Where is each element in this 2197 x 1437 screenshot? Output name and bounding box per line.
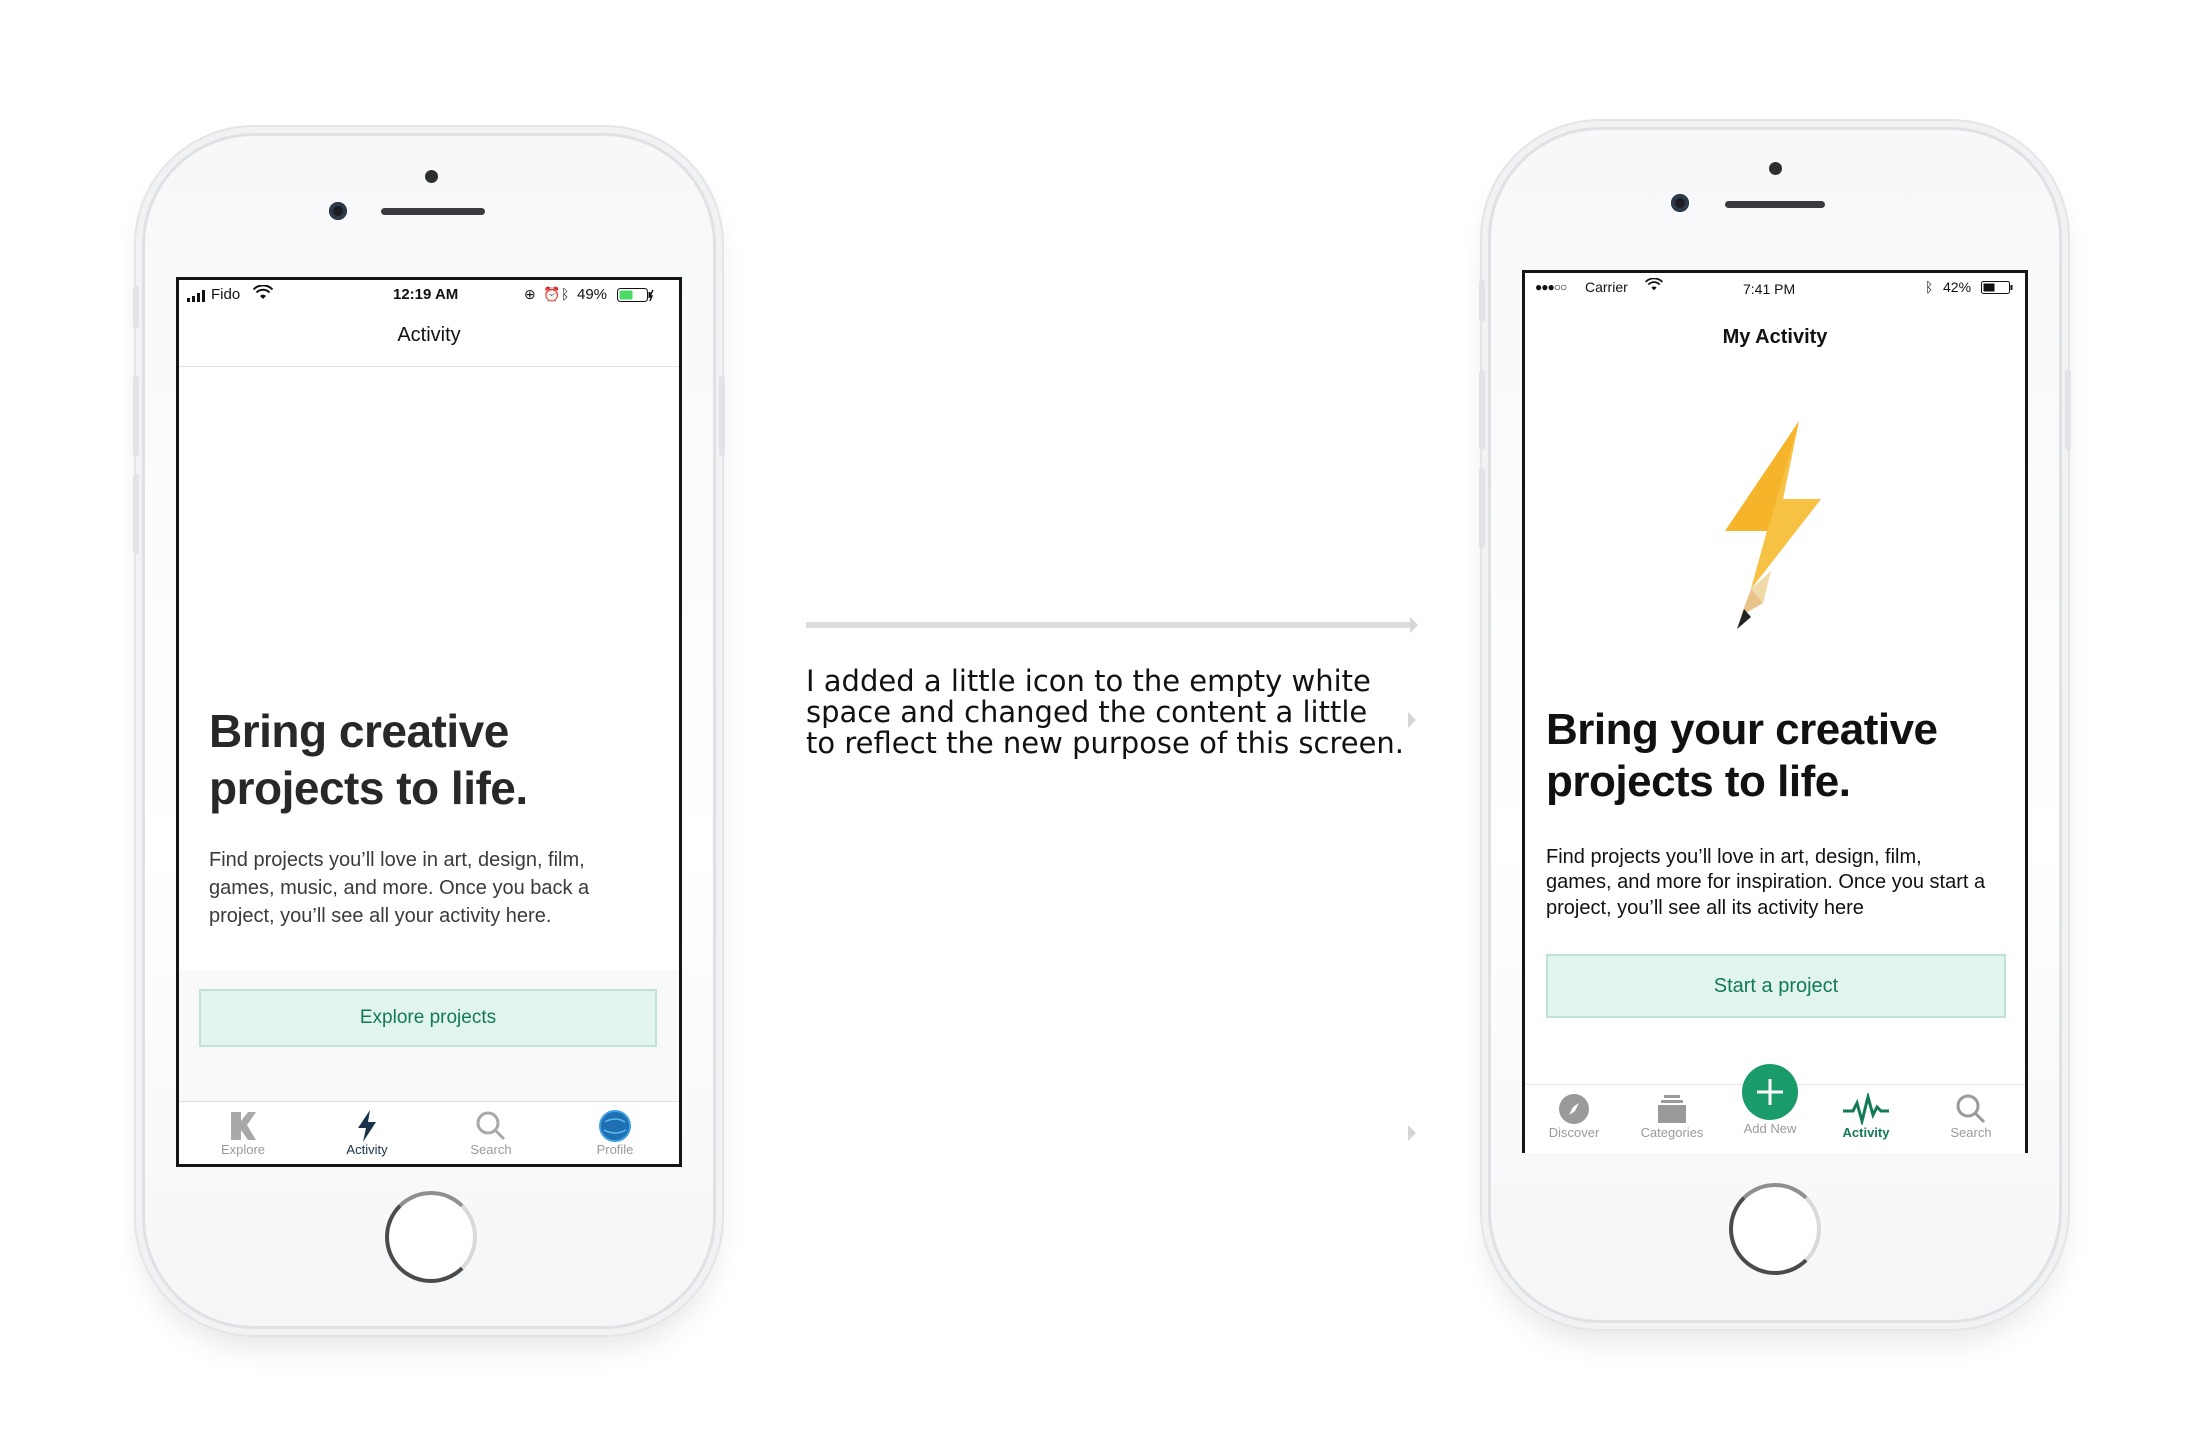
battery-percent: 49% — [577, 286, 608, 303]
start-project-button[interactable]: Start a project — [1546, 954, 2006, 1018]
tab-label: Categories — [1640, 1125, 1704, 1140]
right-phone-screen: ●●●○○ Carrier 7:41 PM ᛒ 42% My Activity … — [1522, 270, 2028, 1153]
signal-dots-icon: ●●●○○ — [1535, 280, 1567, 294]
headline-line-1: Bring your creative — [1546, 705, 1938, 754]
left-phone-screen: Fido 12:19 AM ⊕ ⏰ ᛒ 49% Activity Bring c… — [176, 277, 682, 1167]
alarm-icon: ⏰ — [543, 286, 561, 302]
proximity-sensor — [1769, 162, 1782, 175]
tab-label: Search — [1950, 1125, 1992, 1140]
stack-icon — [1658, 1095, 1686, 1123]
bluetooth-icon: ᛒ — [1925, 279, 1934, 295]
explore-projects-button[interactable]: Explore projects — [199, 989, 657, 1047]
caption-line-2: space and changed the content a little — [806, 695, 1368, 729]
carrier-label: Fido — [211, 286, 241, 303]
tab-label: Add New — [1743, 1121, 1797, 1136]
earpiece-speaker — [1725, 201, 1825, 208]
nav-divider — [179, 366, 679, 367]
front-camera-icon — [1671, 194, 1689, 212]
home-button[interactable] — [1729, 1183, 1821, 1275]
tab-profile[interactable]: Profile — [555, 1110, 675, 1157]
wifi-icon — [252, 284, 274, 305]
phone-side-button — [1479, 370, 1485, 450]
arrow-head-icon — [1410, 617, 1418, 633]
left-phone-frame: Fido 12:19 AM ⊕ ⏰ ᛒ 49% Activity Bring c… — [133, 133, 725, 1329]
body-text: Find projects you’ll love in art, design… — [209, 849, 590, 927]
status-bar: Fido 12:19 AM ⊕ ⏰ ᛒ 49% — [179, 280, 679, 310]
wifi-icon — [1645, 277, 1663, 296]
headline-line-2: projects to life. — [209, 762, 528, 814]
pulse-icon — [1843, 1093, 1889, 1125]
headline-line-1: Bring creative — [209, 705, 509, 757]
earpiece-speaker — [381, 208, 485, 215]
transition-arrow — [806, 622, 1414, 628]
search-icon — [1956, 1094, 1986, 1124]
phone-side-button — [1479, 280, 1485, 322]
status-bar: ●●●○○ Carrier 7:41 PM ᛒ 42% — [1525, 273, 2025, 303]
search-icon — [476, 1111, 506, 1141]
tab-label: Discover — [1548, 1125, 1600, 1140]
plus-icon — [1742, 1064, 1798, 1120]
battery-icon — [617, 288, 655, 306]
tab-bar: Explore Activity Search Profile — [179, 1101, 679, 1164]
carrier-label: Carrier — [1585, 279, 1628, 295]
tab-label: Activity — [346, 1142, 388, 1157]
tab-add-new[interactable]: Add New — [1715, 1063, 1825, 1136]
nav-title: Activity — [397, 324, 461, 346]
lightning-icon — [358, 1110, 376, 1142]
front-camera-icon — [329, 202, 347, 220]
status-time: 12:19 AM — [393, 286, 459, 303]
tab-explore[interactable]: Explore — [183, 1110, 303, 1157]
phone-side-button — [719, 376, 725, 456]
arrow-head-icon — [1408, 712, 1416, 728]
nav-title: My Activity — [1722, 326, 1828, 348]
signal-icon — [187, 289, 209, 306]
status-time: 7:41 PM — [1743, 281, 1796, 297]
proximity-sensor — [425, 170, 438, 183]
caption-line-1: I added a little icon to the empty white — [806, 664, 1371, 698]
tab-search[interactable]: Search — [431, 1110, 551, 1157]
tab-label: Search — [470, 1142, 512, 1157]
headline-line-2: projects to life. — [1546, 757, 1851, 806]
compass-icon — [1559, 1094, 1589, 1124]
bluetooth-icon: ᛒ — [561, 286, 570, 302]
tab-label: Activity — [1842, 1125, 1890, 1140]
tab-search[interactable]: Search — [1916, 1093, 2025, 1140]
arrow-head-icon — [1408, 1125, 1416, 1141]
phone-side-button — [1479, 468, 1485, 548]
right-phone-frame: ●●●○○ Carrier 7:41 PM ᛒ 42% My Activity … — [1479, 127, 2071, 1323]
tab-label: Explore — [220, 1142, 266, 1157]
home-button[interactable] — [385, 1191, 477, 1283]
caption-line-3: to reflect the new purpose of this scree… — [806, 726, 1405, 760]
phone-side-button — [2065, 370, 2071, 450]
tab-discover[interactable]: Discover — [1525, 1093, 1629, 1140]
tab-bar: Discover Categories Add New Activity Sea… — [1525, 1064, 2025, 1153]
kickstarter-k-icon — [231, 1112, 256, 1140]
tab-categories[interactable]: Categories — [1617, 1093, 1727, 1140]
phone-side-button — [133, 474, 139, 554]
tab-label: Profile — [596, 1142, 634, 1157]
tab-activity[interactable]: Activity — [307, 1110, 427, 1157]
tab-activity[interactable]: Activity — [1811, 1093, 1921, 1140]
lightning-pencil-icon — [1725, 421, 1821, 629]
battery-icon — [1981, 281, 2015, 299]
avatar-globe-icon — [599, 1110, 631, 1142]
battery-percent: 42% — [1943, 279, 1972, 295]
lock-rotation-icon: ⊕ — [524, 286, 536, 302]
phone-side-button — [133, 376, 139, 456]
phone-side-button — [133, 286, 139, 328]
body-text: Find projects you’ll love in art, design… — [1546, 846, 1986, 919]
